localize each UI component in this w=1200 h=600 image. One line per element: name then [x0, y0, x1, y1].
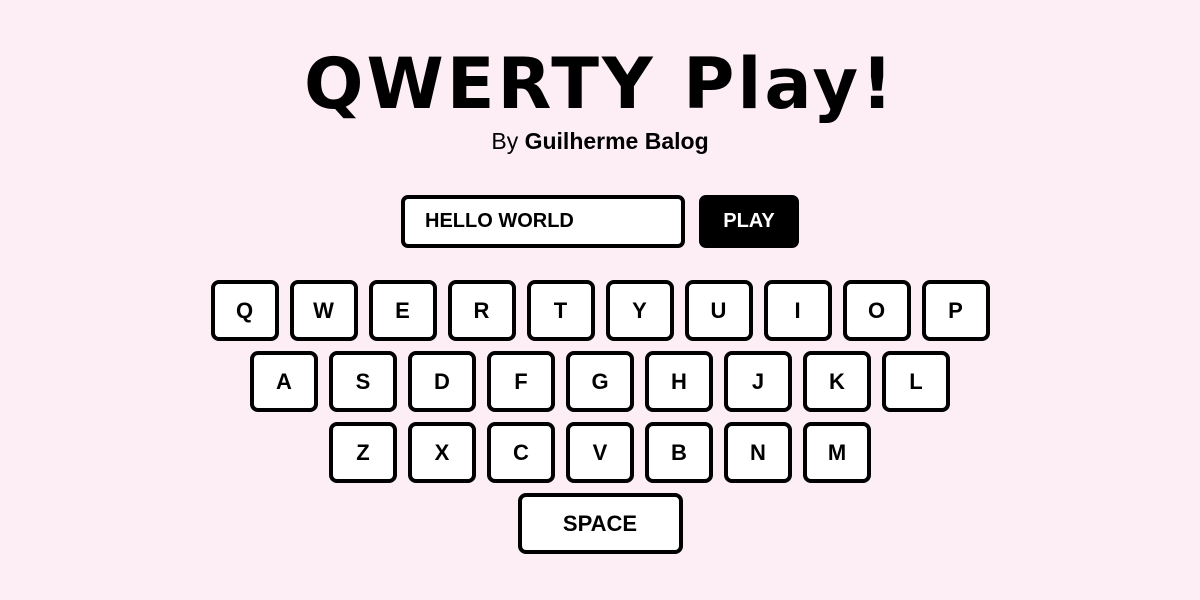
key-row-2: A S D F G H J K L — [0, 351, 1200, 412]
key-o[interactable]: O — [842, 280, 911, 341]
key-c[interactable]: C — [487, 422, 555, 483]
key-row-space: SPACE — [0, 493, 1200, 554]
key-h[interactable]: H — [645, 351, 713, 412]
key-t[interactable]: T — [526, 280, 595, 341]
key-q[interactable]: Q — [210, 280, 279, 341]
byline-prefix: By — [491, 128, 525, 154]
key-p[interactable]: P — [921, 280, 990, 341]
key-y[interactable]: Y — [605, 280, 674, 341]
key-f[interactable]: F — [487, 351, 555, 412]
key-r[interactable]: R — [447, 280, 516, 341]
key-n[interactable]: N — [724, 422, 792, 483]
key-d[interactable]: D — [408, 351, 476, 412]
play-button[interactable]: PLAY — [699, 195, 799, 248]
keyboard: Q W E R T Y U I O P A S D F G H J K L Z … — [0, 280, 1200, 564]
key-v[interactable]: V — [566, 422, 634, 483]
key-space[interactable]: SPACE — [517, 493, 683, 554]
key-i[interactable]: I — [763, 280, 832, 341]
key-k[interactable]: K — [803, 351, 871, 412]
key-x[interactable]: X — [408, 422, 476, 483]
key-l[interactable]: L — [882, 351, 950, 412]
key-z[interactable]: Z — [329, 422, 397, 483]
key-g[interactable]: G — [566, 351, 634, 412]
author-name: Guilherme Balog — [524, 128, 709, 154]
key-m[interactable]: M — [803, 422, 871, 483]
word-input[interactable] — [401, 195, 685, 248]
key-w[interactable]: W — [289, 280, 358, 341]
app-title: QWERTY Play! — [303, 43, 897, 125]
key-b[interactable]: B — [645, 422, 713, 483]
key-s[interactable]: S — [329, 351, 397, 412]
key-row-3: Z X C V B N M — [0, 422, 1200, 483]
app-page: QWERTY Play! By Guilherme Balog PLAY Q W… — [0, 0, 1200, 600]
play-controls: PLAY — [401, 195, 799, 248]
key-u[interactable]: U — [684, 280, 753, 341]
key-e[interactable]: E — [368, 280, 437, 341]
key-j[interactable]: J — [724, 351, 792, 412]
byline: By Guilherme Balog — [0, 126, 1200, 156]
key-a[interactable]: A — [250, 351, 318, 412]
key-row-1: Q W E R T Y U I O P — [0, 280, 1200, 341]
